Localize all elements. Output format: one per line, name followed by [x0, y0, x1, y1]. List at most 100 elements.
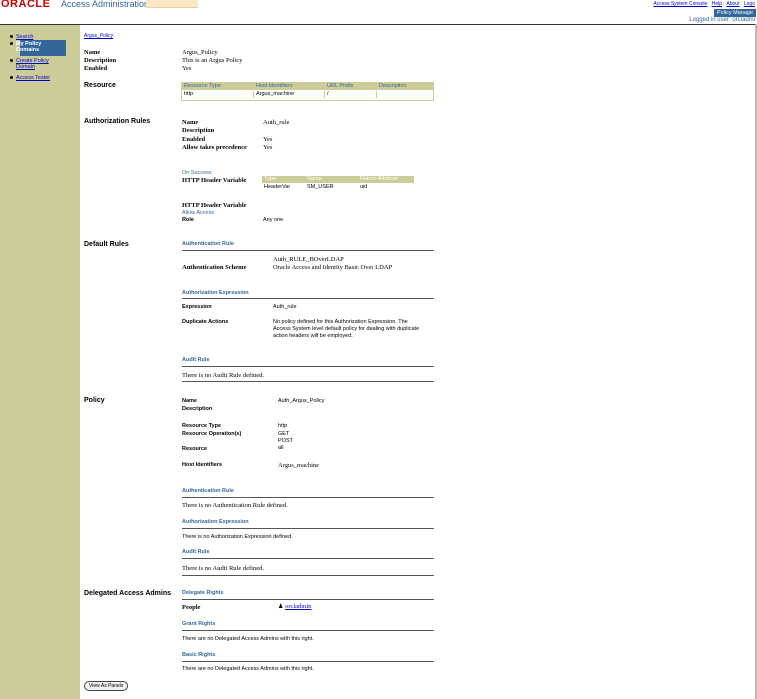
resource-label: Resource: [182, 446, 208, 452]
table-row: HeaderVar SM_USER uid: [264, 184, 368, 190]
orcladmin-link[interactable]: orcladmin: [285, 603, 311, 610]
resource-operation-post: POST: [278, 438, 293, 444]
role-value: Any one: [263, 217, 284, 223]
rule-name: Auth_rule: [263, 119, 290, 126]
resource-value: all: [278, 445, 284, 451]
people-label: People: [182, 604, 201, 611]
rule-name-label: Name: [182, 119, 199, 126]
authz-expression-title: Authorization Expression: [182, 290, 249, 296]
oracle-logo: ORACLE: [1, 0, 51, 10]
about-link[interactable]: About: [726, 1, 739, 7]
sidebar-item-access-tester[interactable]: Access Tester: [10, 75, 50, 81]
default-rules-section-title: Default Rules: [84, 241, 129, 248]
rule-description-label: Description: [182, 127, 215, 134]
resource-table: Resource Type Host Identifiers URL Prefi…: [181, 82, 434, 101]
policy-audit-value: There is no Audit Rule defined.: [182, 565, 264, 572]
http-header-label: HTTP Header Variable: [182, 177, 247, 184]
bullet-icon: [10, 42, 13, 45]
people-entry: ♟ orcladmin: [278, 603, 311, 610]
table-header: Resource Type Host Identifiers URL Prefi…: [182, 83, 433, 90]
divider: [182, 250, 434, 251]
policy-manager-tab[interactable]: Policy Manage: [713, 9, 756, 17]
resource-section-title: Resource: [84, 82, 116, 89]
divider: [182, 381, 434, 382]
divider: [182, 558, 434, 559]
expression-label: Expression: [182, 304, 212, 310]
resource-type: http: [278, 423, 288, 429]
policy-section-title: Policy: [84, 397, 105, 404]
duplicate-actions-line2: Access System level default policy for d…: [273, 326, 420, 332]
view-as-panels-button[interactable]: View As Panels: [84, 681, 129, 691]
delegate-rights-title: Delegate Rights: [182, 590, 224, 596]
authn-rule-title: Authentication Rule: [182, 241, 234, 247]
app-title: Access Administration: [61, 0, 150, 9]
sidebar-item-create-policy-domain[interactable]: Create Policy Domain: [10, 58, 49, 70]
resource-operations-label: Resource Operation(s): [182, 431, 242, 437]
audit-rule-title: Audit Rule: [182, 357, 210, 363]
duplicate-actions-line3: action headers will be employed.: [273, 333, 353, 339]
policy-name: Auth_Argus_Policy: [278, 398, 325, 404]
resource-type-label: Resource Type: [182, 423, 222, 429]
enabled-label: Enabled: [84, 65, 108, 72]
logged-in-user: Logged in user: orcladmi: [689, 17, 755, 23]
header-variable-table: Type Name Return Attribute HeaderVar SM_…: [262, 176, 414, 194]
authn-scheme-value: Oracle Access and Identity Basic Over LD…: [273, 264, 393, 271]
policy-authz-title: Authorization Expression: [182, 519, 249, 525]
description-label: Description: [84, 57, 117, 64]
bullet-icon: [10, 76, 13, 79]
http-header-label-2: HTTP Header Variable: [182, 202, 247, 209]
authn-rule-value: Auth_RULE_BOverLDAP: [273, 256, 344, 263]
delegated-section-title: Delegated Access Admins: [84, 590, 172, 597]
divider: [182, 497, 434, 498]
sidebar-item-search[interactable]: Search: [10, 34, 33, 40]
policy-name-label: Name: [182, 398, 197, 404]
top-links: Access System Console Help About Logo: [650, 1, 755, 7]
authn-scheme-label: Authentication Scheme: [182, 264, 247, 271]
domain-name: Argus_Policy: [182, 49, 218, 56]
logout-link[interactable]: Logo: [744, 1, 755, 7]
audit-rule-value: There is no Audit Rule defined.: [182, 372, 264, 379]
divider: [182, 366, 434, 367]
user-icon: ♟: [278, 604, 284, 610]
breadcrumb[interactable]: Argus_Policy: [84, 33, 113, 39]
app-header: ORACLE Access Administration Access Syst…: [0, 0, 757, 24]
bullet-icon: [10, 59, 13, 62]
basic-rights-value: There are no Delegated Access Admins wit…: [182, 666, 314, 672]
divider: [182, 575, 434, 576]
domain-enabled: Yes: [182, 65, 192, 72]
expression-value: Auth_rule: [273, 304, 297, 310]
help-link[interactable]: Help: [712, 1, 722, 7]
rule-enabled-label: Enabled: [182, 136, 206, 143]
access-system-console-link[interactable]: Access System Console: [653, 1, 707, 7]
grant-rights-title: Grant Rights: [182, 621, 216, 627]
duplicate-actions-label: Duplicate Actions: [182, 319, 229, 325]
table-header: Type Name Return Attribute: [262, 176, 414, 183]
resource-operation-get: GET: [278, 431, 290, 437]
allow-precedence-label: Allow takes precedence: [182, 144, 247, 151]
name-label: Name: [84, 49, 101, 56]
table-row: http Argus_machine /: [184, 91, 329, 97]
host-identifiers-label: Host Identifiers: [182, 462, 223, 468]
sidebar: Search My Policy Domains Create Policy D…: [0, 25, 80, 699]
divider: [182, 599, 434, 600]
policy-audit-title: Audit Rule: [182, 549, 210, 555]
allow-access-label: Allow Access: [182, 210, 215, 216]
title-decoration: [146, 0, 198, 8]
divider: [182, 298, 434, 299]
basic-rights-title: Basic Rights: [182, 652, 216, 658]
sidebar-item-my-policy-domains[interactable]: My Policy Domains: [10, 41, 41, 53]
divider: [182, 528, 434, 529]
authz-rules-section-title: Authorization Rules: [84, 118, 151, 125]
header-divider: [0, 24, 757, 25]
bullet-icon: [10, 35, 13, 38]
duplicate-actions-line1: No policy defined for this Authorization…: [273, 319, 408, 325]
policy-authn-title: Authentication Rule: [182, 488, 234, 494]
allow-precedence: Yes: [263, 144, 273, 151]
grant-rights-value: There are no Delegated Access Admins wit…: [182, 636, 314, 642]
host-identifiers: Argus_machine: [278, 462, 320, 469]
divider: [182, 630, 434, 631]
policy-authn-value: There is no Authentication Rule defined.: [182, 502, 288, 509]
role-label: Role: [182, 217, 194, 223]
rule-enabled: Yes: [263, 136, 273, 143]
domain-description: This is an Argus Policy: [182, 57, 243, 64]
